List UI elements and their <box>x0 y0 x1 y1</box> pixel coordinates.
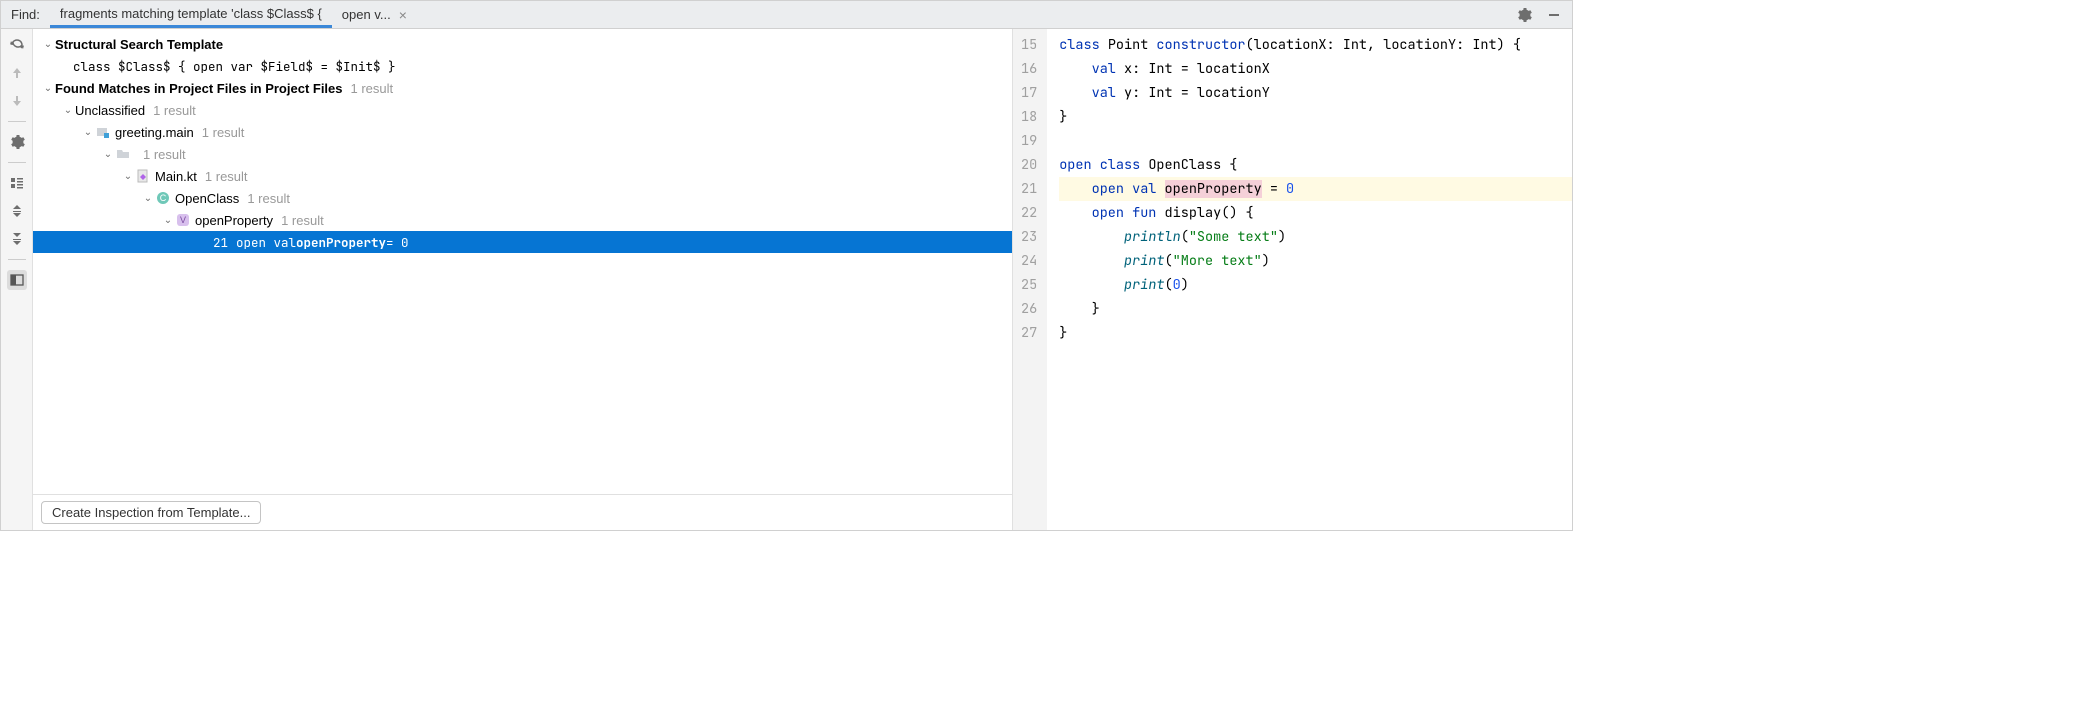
line-number: 19 <box>1021 129 1037 153</box>
property-icon: V <box>175 212 191 228</box>
tree-node-folder[interactable]: ⌄ 1 result <box>33 143 1012 165</box>
code-line[interactable]: class Point constructor(locationX: Int, … <box>1059 33 1572 57</box>
match-suffix: = 0 <box>386 234 409 251</box>
tree-node-file[interactable]: ⌄ Main.kt 1 result <box>33 165 1012 187</box>
svg-text:V: V <box>180 215 186 225</box>
editor-gutter: 15161718192021222324252627 <box>1013 29 1047 530</box>
line-number: 16 <box>1021 57 1037 81</box>
code-line[interactable]: print("More text") <box>1059 249 1572 273</box>
editor-code[interactable]: class Point constructor(locationX: Int, … <box>1047 29 1572 530</box>
code-line[interactable]: val x: Int = locationX <box>1059 57 1572 81</box>
kotlin-file-icon <box>135 168 151 184</box>
find-tab-active[interactable]: fragments matching template 'class $Clas… <box>50 1 332 28</box>
chevron-down-icon[interactable]: ⌄ <box>41 39 55 50</box>
chevron-down-icon[interactable]: ⌄ <box>41 83 55 94</box>
find-header: Find: fragments matching template 'class… <box>1 1 1572 29</box>
tab-label: open v... <box>342 7 391 22</box>
match-line-number: 21 <box>213 234 228 251</box>
line-number: 26 <box>1021 297 1037 321</box>
close-icon[interactable]: × <box>399 7 407 23</box>
line-number: 20 <box>1021 153 1037 177</box>
line-number: 24 <box>1021 249 1037 273</box>
tree-node-template-code[interactable]: class $Class$ { open var $Field$ = $Init… <box>33 55 1012 77</box>
match-prefix: open val <box>236 234 296 251</box>
chevron-down-icon[interactable]: ⌄ <box>161 215 175 226</box>
tree-node-template-heading[interactable]: ⌄ Structural Search Template <box>33 33 1012 55</box>
line-number: 23 <box>1021 225 1037 249</box>
chevron-down-icon[interactable]: ⌄ <box>61 105 75 116</box>
separator <box>8 259 26 260</box>
expand-all-icon[interactable] <box>7 201 27 221</box>
settings-icon[interactable] <box>7 132 27 152</box>
line-number: 27 <box>1021 321 1037 345</box>
chevron-down-icon[interactable]: ⌄ <box>141 193 155 204</box>
gear-icon[interactable] <box>1514 5 1534 25</box>
class-icon: C <box>155 190 171 206</box>
line-number: 17 <box>1021 81 1037 105</box>
results-tree-pane: ⌄ Structural Search Template class $Clas… <box>33 29 1012 530</box>
code-line[interactable]: open class OpenClass { <box>1059 153 1572 177</box>
group-icon[interactable] <box>7 173 27 193</box>
chevron-down-icon[interactable]: ⌄ <box>121 171 135 182</box>
module-icon <box>95 124 111 140</box>
code-line[interactable]: println("Some text") <box>1059 225 1572 249</box>
code-line[interactable]: open val openProperty = 0 <box>1059 177 1572 201</box>
results-tree[interactable]: ⌄ Structural Search Template class $Clas… <box>33 29 1012 494</box>
code-line[interactable]: } <box>1059 321 1572 345</box>
svg-text:C: C <box>160 193 167 203</box>
code-line[interactable]: print(0) <box>1059 273 1572 297</box>
tree-node-found-heading[interactable]: ⌄ Found Matches in Project Files in Proj… <box>33 77 1012 99</box>
create-inspection-button[interactable]: Create Inspection from Template... <box>41 501 261 524</box>
line-number: 15 <box>1021 33 1037 57</box>
find-label: Find: <box>1 7 50 22</box>
tab-label: fragments matching template 'class $Clas… <box>60 6 322 21</box>
match-bold: openProperty <box>296 234 386 251</box>
refresh-icon[interactable] <box>7 35 27 55</box>
tree-node-class[interactable]: ⌄ C OpenClass 1 result <box>33 187 1012 209</box>
code-line[interactable]: } <box>1059 297 1572 321</box>
line-number: 22 <box>1021 201 1037 225</box>
footer: Create Inspection from Template... <box>33 494 1012 530</box>
code-line[interactable]: open fun display() { <box>1059 201 1572 225</box>
find-tab-second[interactable]: open v... × <box>332 1 417 28</box>
editor-preview[interactable]: 15161718192021222324252627 class Point c… <box>1012 29 1572 530</box>
folder-icon <box>115 146 131 162</box>
arrow-down-icon[interactable] <box>7 91 27 111</box>
line-number: 18 <box>1021 105 1037 129</box>
separator <box>8 162 26 163</box>
code-line[interactable]: } <box>1059 105 1572 129</box>
tree-node-match-selected[interactable]: 21 open val openProperty = 0 <box>33 231 1012 253</box>
preview-toggle-icon[interactable] <box>7 270 27 290</box>
tree-node-unclassified[interactable]: ⌄ Unclassified 1 result <box>33 99 1012 121</box>
collapse-all-icon[interactable] <box>7 229 27 249</box>
tree-node-property[interactable]: ⌄ V openProperty 1 result <box>33 209 1012 231</box>
separator <box>8 121 26 122</box>
chevron-down-icon[interactable]: ⌄ <box>81 127 95 138</box>
chevron-down-icon[interactable]: ⌄ <box>101 149 115 160</box>
code-line[interactable] <box>1059 129 1572 153</box>
line-number: 25 <box>1021 273 1037 297</box>
tree-node-module[interactable]: ⌄ greeting.main 1 result <box>33 121 1012 143</box>
toolbar-sidebar <box>1 29 33 530</box>
line-number: 21 <box>1021 177 1037 201</box>
minimize-icon[interactable] <box>1544 5 1564 25</box>
code-line[interactable]: val y: Int = locationY <box>1059 81 1572 105</box>
arrow-up-icon[interactable] <box>7 63 27 83</box>
